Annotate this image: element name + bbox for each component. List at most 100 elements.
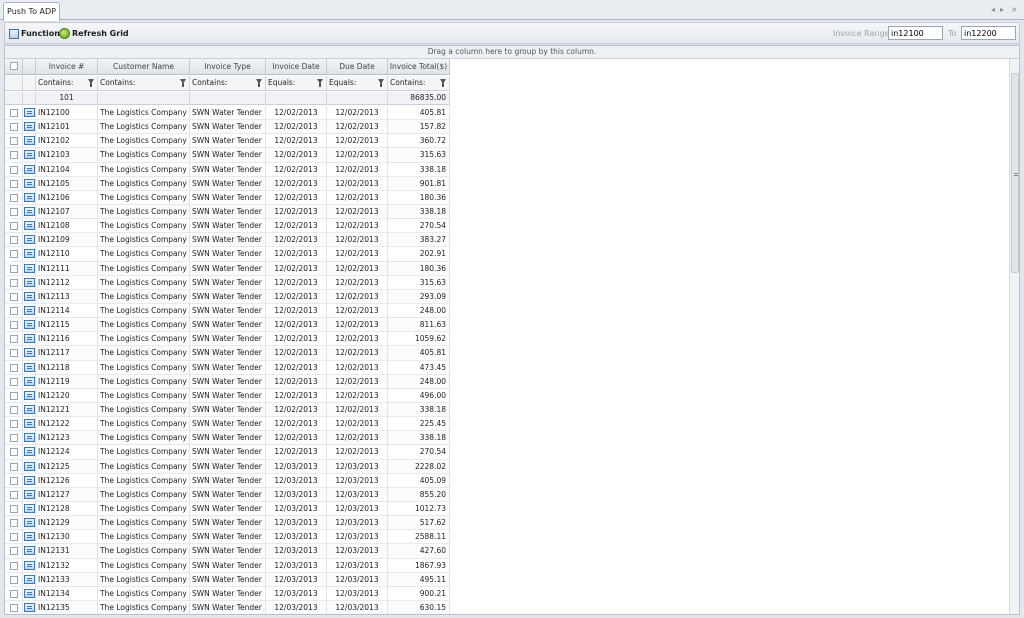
group-by-panel[interactable]: Drag a column here to group by this colu… [5,46,1019,59]
vertical-scrollbar[interactable] [1009,59,1019,614]
table-row[interactable]: IN12124 The Logistics Company SWN Water Te… [5,445,450,460]
row-checkbox[interactable] [9,476,18,485]
table-row[interactable]: IN12117 The Logistics Company SWN Water Te… [5,346,450,361]
row-checkbox[interactable] [9,207,18,216]
invoice-document-icon[interactable] [23,235,35,245]
row-checkbox[interactable] [9,123,18,132]
invoice-document-icon[interactable] [23,433,35,443]
table-row[interactable]: IN12120 The Logistics Company SWN Water Te… [5,388,450,403]
table-row[interactable]: IN12131 The Logistics Company SWN Water Te… [5,544,450,559]
filter-customer-name[interactable]: Contains: [98,76,190,91]
row-checkbox[interactable] [9,603,18,612]
table-row[interactable]: IN12112 The Logistics Company SWN Water Te… [5,275,450,290]
filter-due-date[interactable]: Equals: [327,76,388,91]
row-checkbox[interactable] [9,420,18,429]
invoice-document-icon[interactable] [23,150,35,160]
row-checkbox[interactable] [9,405,18,414]
row-checkbox[interactable] [9,179,18,188]
table-row[interactable]: IN12107 The Logistics Company SWN Water Te… [5,204,450,220]
invoice-document-icon[interactable] [23,362,35,372]
row-checkbox[interactable] [9,335,18,344]
filter-icon[interactable] [440,79,446,87]
column-header-invoice-date[interactable]: Invoice Date [266,59,327,75]
table-row[interactable]: IN12116 The Logistics Company SWN Water Te… [5,332,450,347]
invoice-document-icon[interactable] [23,206,35,216]
row-checkbox[interactable] [9,533,18,542]
table-row[interactable]: IN12105 The Logistics Company SWN Water Te… [5,176,450,191]
invoice-document-icon[interactable] [23,348,35,358]
table-row[interactable]: IN12109 The Logistics Company SWN Water Te… [5,233,450,248]
row-checkbox[interactable] [9,391,18,400]
row-checkbox[interactable] [9,236,18,245]
invoice-document-icon[interactable] [23,249,35,259]
table-row[interactable]: IN12129 The Logistics Company SWN Water Te… [5,516,450,531]
table-row[interactable]: IN12128 The Logistics Company SWN Water Te… [5,501,450,517]
select-all-header[interactable] [5,59,23,75]
table-row[interactable]: IN12104 The Logistics Company SWN Water Te… [5,162,450,177]
invoice-document-icon[interactable] [23,461,35,471]
row-checkbox[interactable] [9,561,18,570]
filter-icon[interactable] [256,79,262,87]
table-row[interactable]: IN12115 The Logistics Company SWN Water Te… [5,318,450,333]
table-row[interactable]: IN12130 The Logistics Company SWN Water Te… [5,530,450,545]
invoice-document-icon[interactable] [23,221,35,231]
column-header-invoice-total[interactable]: Invoice Total($) [388,59,450,75]
row-checkbox[interactable] [9,434,18,443]
tab-scroll-left-icon[interactable]: ◂ [991,5,995,14]
table-row[interactable]: IN12135 The Logistics Company SWN Water Te… [5,600,450,614]
row-checkbox[interactable] [9,519,18,528]
table-row[interactable]: IN12108 The Logistics Company SWN Water Te… [5,219,450,234]
invoice-document-icon[interactable] [23,546,35,556]
invoice-document-icon[interactable] [23,192,35,202]
tab-push-to-adp[interactable]: Push To ADP [3,2,60,21]
row-checkbox[interactable] [9,193,18,202]
invoice-document-icon[interactable] [23,574,35,584]
invoice-document-icon[interactable] [23,404,35,414]
row-checkbox[interactable] [9,222,18,231]
filter-invoice-number[interactable]: Contains: [36,76,98,91]
row-checkbox[interactable] [9,490,18,499]
invoice-document-icon[interactable] [23,475,35,485]
table-row[interactable]: IN12100 The Logistics Company SWN Water Te… [5,106,450,121]
invoice-document-icon[interactable] [23,263,35,273]
invoice-document-icon[interactable] [23,136,35,146]
row-checkbox[interactable] [9,575,18,584]
table-row[interactable]: IN12121 The Logistics Company SWN Water Te… [5,402,450,418]
table-row[interactable]: IN12113 The Logistics Company SWN Water Te… [5,289,450,304]
table-row[interactable]: IN12125 The Logistics Company SWN Water Te… [5,459,450,474]
row-checkbox[interactable] [9,504,18,513]
invoice-document-icon[interactable] [23,602,35,612]
filter-icon[interactable] [180,79,186,87]
invoice-range-to-input[interactable] [961,26,1016,40]
invoice-document-icon[interactable] [23,305,35,315]
filter-invoice-date[interactable]: Equals: [266,76,327,91]
column-header-invoice-number[interactable]: Invoice # [36,59,98,75]
row-checkbox[interactable] [9,165,18,174]
invoice-document-icon[interactable] [23,108,35,117]
row-checkbox[interactable] [9,363,18,372]
table-row[interactable]: IN12118 The Logistics Company SWN Water Te… [5,360,450,375]
invoice-document-icon[interactable] [23,503,35,513]
table-row[interactable]: IN12111 The Logistics Company SWN Water Te… [5,261,450,276]
table-row[interactable]: IN12133 The Logistics Company SWN Water Te… [5,572,450,587]
table-row[interactable]: IN12122 The Logistics Company SWN Water Te… [5,417,450,432]
select-all-checkbox[interactable] [9,62,18,70]
filter-icon[interactable] [88,79,94,87]
row-checkbox[interactable] [9,278,18,287]
table-row[interactable]: IN12103 The Logistics Company SWN Water Te… [5,148,450,163]
invoice-document-icon[interactable] [23,489,35,499]
invoice-document-icon[interactable] [23,291,35,301]
table-row[interactable]: IN12106 The Logistics Company SWN Water Te… [5,190,450,205]
row-checkbox[interactable] [9,462,18,471]
row-checkbox[interactable] [9,349,18,358]
functions-button[interactable]: Functions [9,26,65,41]
row-checkbox[interactable] [9,292,18,301]
table-row[interactable]: IN12134 The Logistics Company SWN Water Te… [5,586,450,601]
table-row[interactable]: IN12126 The Logistics Company SWN Water Te… [5,473,450,488]
invoice-document-icon[interactable] [23,518,35,528]
column-header-due-date[interactable]: Due Date [327,59,388,75]
filter-invoice-total[interactable]: Contains: [388,76,450,91]
row-checkbox[interactable] [9,264,18,273]
invoice-document-icon[interactable] [23,122,35,132]
refresh-grid-button[interactable]: Refresh Grid [59,26,129,41]
